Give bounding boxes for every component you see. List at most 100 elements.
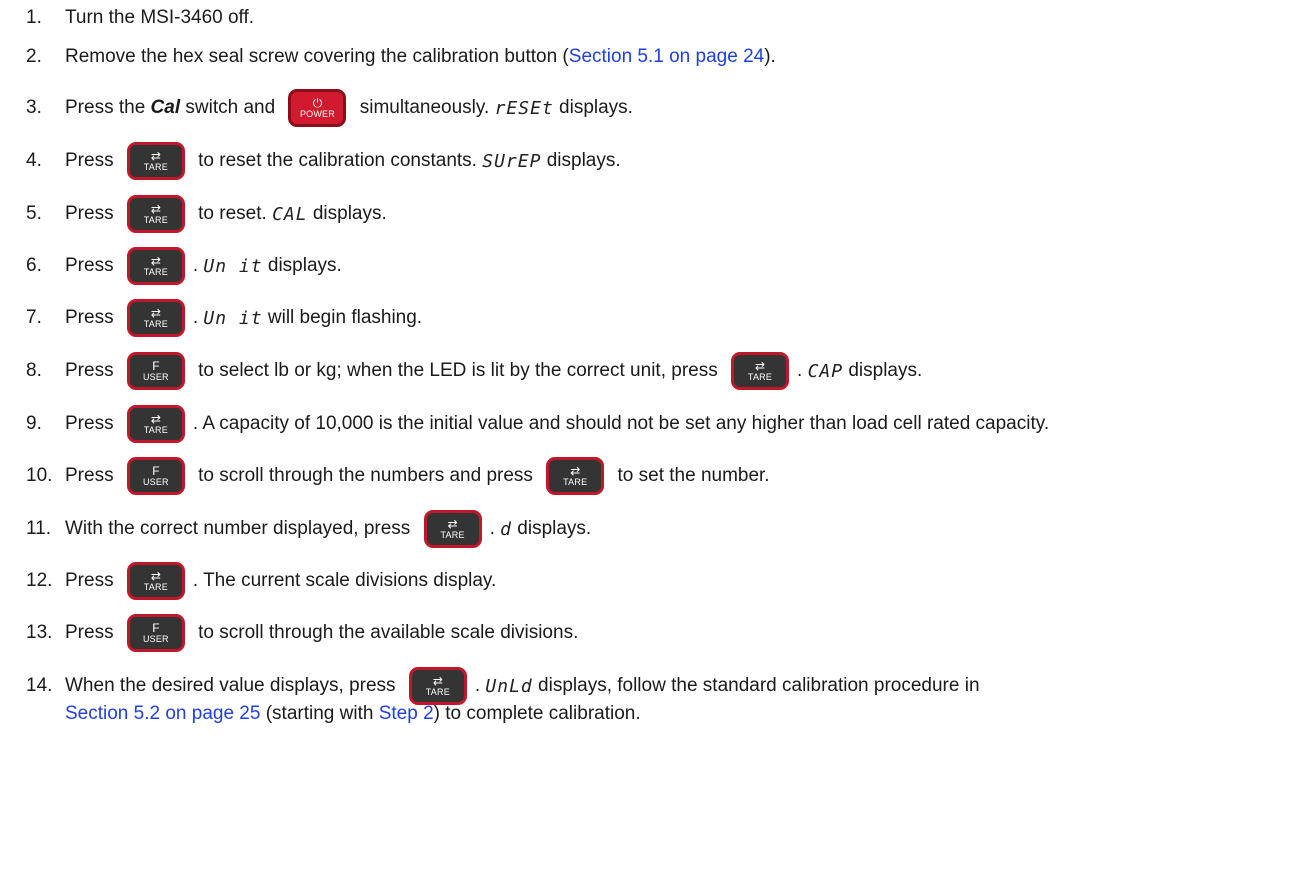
step-text: displays.: [541, 150, 621, 171]
function-icon: F: [152, 620, 160, 635]
step-number: 9.: [26, 413, 42, 434]
step-text: Press: [65, 570, 119, 591]
tare-key[interactable]: ⇄ TARE: [126, 562, 185, 600]
tare-key[interactable]: ⇄ TARE: [126, 195, 185, 233]
step-number: 6.: [26, 255, 42, 276]
user-key[interactable]: F USER: [126, 457, 185, 495]
lcd-display-text: CAP: [807, 360, 844, 382]
tare-key[interactable]: ⇄ TARE: [126, 247, 185, 285]
step-text: Press: [65, 413, 119, 434]
tare-icon: ⇄: [570, 463, 581, 478]
step-text: to select lb or kg; when the LED is lit …: [192, 360, 723, 381]
tare-key[interactable]: ⇄ TARE: [126, 405, 185, 443]
tare-key[interactable]: ⇄ TARE: [546, 457, 605, 495]
step-text: Press: [65, 255, 119, 276]
step-12: 12. Press ⇄ TARE . The current scale divi…: [0, 561, 1304, 601]
step-text: will begin flashing.: [262, 307, 423, 328]
step-text: When the desired value displays, press: [65, 675, 401, 696]
step-text: Press: [65, 360, 119, 381]
step-14-continuation: Section 5.2 on page 25 (starting with St…: [0, 700, 1304, 728]
step-text: Press the: [65, 97, 151, 118]
step-text: .: [474, 675, 486, 696]
step-text: .: [192, 307, 204, 328]
step-1: 1. Turn the MSI-3460 off.: [0, 6, 1304, 30]
step-text: displays.: [512, 518, 592, 539]
step-13: 13. Press F USER to scroll through the av…: [0, 613, 1304, 653]
tare-key[interactable]: ⇄ TARE: [126, 142, 185, 180]
step-text: .: [489, 518, 501, 539]
tare-icon: ⇄: [150, 568, 161, 583]
step-10: 10. Press F USER to scroll through the nu…: [0, 456, 1304, 496]
step-number: 14.: [26, 675, 53, 696]
step-text: . The current scale divisions display.: [192, 570, 497, 591]
tare-key[interactable]: ⇄ TARE: [731, 352, 789, 390]
step-link[interactable]: Step 2: [379, 703, 434, 725]
tare-key-label: TARE: [143, 266, 168, 277]
step-text: to reset the calibration constants.: [192, 150, 483, 171]
function-icon: F: [152, 358, 160, 373]
tare-key[interactable]: ⇄ TARE: [423, 510, 482, 548]
tare-key-label: TARE: [143, 161, 168, 172]
step-text: to scroll through the available scale di…: [192, 622, 579, 643]
step-text: to reset.: [192, 203, 273, 224]
lcd-display-text: CAL: [272, 203, 308, 225]
step-text: . A capacity of 10,000 is the initial va…: [192, 413, 1050, 434]
user-key[interactable]: F USER: [126, 614, 185, 652]
step-number: 1.: [26, 7, 42, 28]
step-text: Turn the MSI-3460 off.: [65, 7, 255, 28]
power-key[interactable]: ⏻ POWER: [288, 89, 347, 127]
step-6: 6. Press ⇄ TARE . Un it displays.: [0, 246, 1304, 286]
tare-key-label: TARE: [143, 318, 168, 329]
tare-key[interactable]: ⇄ TARE: [126, 299, 185, 337]
step-text: Press: [65, 150, 119, 171]
power-key-label: POWER: [299, 108, 335, 119]
step-9: 9. Press ⇄ TARE . A capacity of 10,000 is…: [0, 404, 1304, 444]
step-text: Press: [65, 203, 119, 224]
step-7: 7. Press ⇄ TARE . Un it will begin flashi…: [0, 298, 1304, 338]
step-text: (starting with: [260, 703, 379, 724]
step-text: to scroll through the numbers and press: [192, 465, 539, 486]
step-text: displays.: [262, 255, 342, 276]
tare-key-label: TARE: [563, 476, 588, 487]
step-text: displays, follow the standard calibratio…: [532, 675, 980, 696]
tare-icon: ⇄: [447, 516, 458, 531]
tare-key-label: TARE: [747, 371, 773, 382]
tare-key-label: TARE: [143, 424, 168, 435]
step-text: switch and: [180, 97, 281, 118]
step-number: 7.: [26, 307, 42, 328]
lcd-display-text: d: [500, 518, 512, 540]
step-11: 11. With the correct number displayed, p…: [0, 509, 1304, 549]
lcd-display-text: Un it: [203, 307, 263, 329]
step-text: ) to complete calibration.: [433, 703, 641, 724]
cal-switch-label: Cal: [150, 97, 181, 118]
user-key-label: USER: [142, 633, 169, 644]
tare-key-label: TARE: [143, 581, 168, 592]
step-text: With the correct number displayed, press: [65, 518, 416, 539]
step-text: displays.: [843, 360, 923, 381]
tare-icon: ⇄: [432, 673, 443, 688]
tare-key-label: TARE: [143, 214, 168, 225]
tare-icon: ⇄: [150, 201, 161, 216]
step-number: 11.: [26, 518, 52, 539]
step-4: 4. Press ⇄ TARE to reset the calibration …: [0, 141, 1304, 181]
step-number: 13.: [26, 622, 53, 643]
step-number: 10.: [26, 465, 53, 486]
user-key[interactable]: F USER: [126, 352, 185, 390]
step-text: displays.: [553, 97, 633, 118]
step-number: 4.: [26, 150, 42, 171]
step-number: 5.: [26, 203, 42, 224]
lcd-display-text: rESEt: [494, 97, 554, 119]
step-text: displays.: [307, 203, 387, 224]
step-2: 2. Remove the hex seal screw covering th…: [0, 45, 1304, 69]
section-link[interactable]: Section 5.2 on page 25: [65, 703, 260, 725]
step-number: 12.: [26, 570, 53, 591]
step-text: to set the number.: [612, 465, 770, 486]
step-text: Press: [65, 622, 119, 643]
step-text: simultaneously.: [354, 97, 495, 118]
step-5: 5. Press ⇄ TARE to reset. CAL displays.: [0, 194, 1304, 234]
lcd-display-text: Un it: [203, 255, 263, 277]
lcd-display-text: UnLd: [485, 675, 533, 697]
step-number: 3.: [26, 97, 42, 118]
step-text: Press: [65, 465, 119, 486]
section-link[interactable]: Section 5.1 on page 24: [569, 46, 764, 68]
